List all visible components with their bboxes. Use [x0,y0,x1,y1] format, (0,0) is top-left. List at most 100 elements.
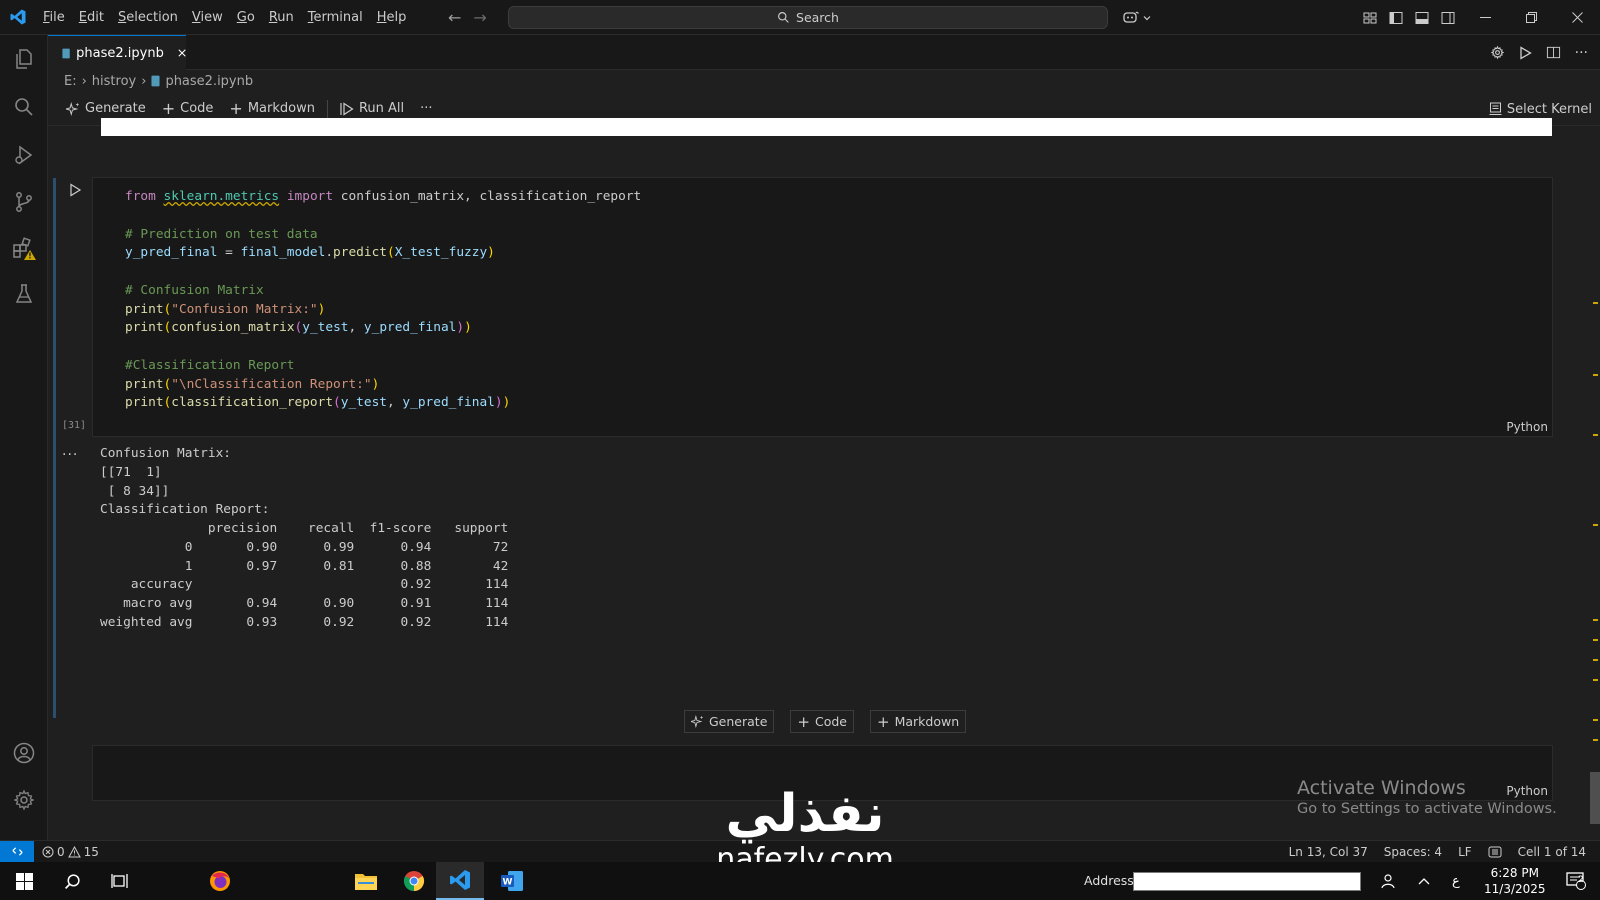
back-arrow-icon[interactable]: ← [448,8,461,27]
source-control-button[interactable] [0,178,48,226]
task-view-button[interactable] [96,862,144,900]
toggle-panel-icon[interactable] [1414,10,1430,26]
notebook-file-icon [151,75,160,87]
run-cell-button[interactable] [68,183,84,199]
scrollbar-thumb[interactable] [1590,772,1600,824]
search-view-button[interactable] [0,83,48,131]
problems-indicator[interactable]: 0 15 [34,845,99,859]
manage-button[interactable] [0,776,48,824]
cell-indicator[interactable]: Cell 1 of 14 [1518,845,1586,859]
code-line-1: from sklearn.metrics import confusion_ma… [125,189,642,204]
address-input[interactable] [1133,872,1361,891]
plus-icon: + [161,99,176,118]
breadcrumb-file[interactable]: phase2.ipynb [165,74,253,89]
start-button[interactable] [0,862,48,900]
menu-file[interactable]: File [36,0,72,35]
remote-indicator-button[interactable] [0,840,34,863]
run-debug-button[interactable] [0,131,48,179]
insert-generate-button[interactable]: Generate [684,710,775,733]
braces-icon[interactable] [1488,846,1502,858]
end-of-line[interactable]: LF [1458,845,1472,859]
minimize-button[interactable] [1462,0,1508,35]
restore-icon [1525,12,1537,23]
chevron-down-icon [1143,15,1151,20]
activity-bar: ! [0,35,48,840]
insert-markdown-button[interactable]: + Markdown [869,710,967,733]
people-icon[interactable] [1380,873,1396,889]
notebook-settings-gear-icon[interactable] [1490,45,1505,60]
menu-help[interactable]: Help [370,0,414,35]
editor-area: phase2.ipynb ··· E: › histroy › phase2.i… [48,35,1600,840]
system-tray: ع [1380,862,1460,900]
code-line-8: print(confusion_matrix(y_test, y_pred_fi… [125,320,472,336]
search-icon [778,12,789,23]
menu-run[interactable]: Run [262,0,301,35]
output-line: 1 0.97 0.81 0.88 42 [100,558,509,574]
close-button[interactable] [1554,0,1600,35]
accounts-button[interactable] [0,729,48,777]
close-tab-icon[interactable] [178,48,186,58]
taskbar-search-button[interactable] [48,862,96,900]
menu-view[interactable]: View [185,0,230,35]
warning-icon [67,845,81,857]
forward-arrow-icon[interactable]: → [473,8,486,27]
menu-selection[interactable]: Selection [111,0,185,35]
scroll-warning-marker [1593,659,1598,661]
chevron-up-icon[interactable] [1418,876,1430,886]
input-language-indicator[interactable]: ع [1452,874,1460,889]
taskbar-file-explorer[interactable] [342,862,390,900]
toolbar-more-button[interactable]: ··· [412,97,440,121]
vertical-scrollbar[interactable] [1588,126,1600,840]
command-center-search[interactable]: Search [508,6,1108,29]
copilot-button[interactable] [1122,6,1151,29]
windows-taskbar: W Address ع 6:28 PM 11/3/2025 2 [0,862,1600,900]
taskbar-word[interactable]: W [488,862,536,900]
customize-layout-icon[interactable] [1362,10,1378,26]
notification-count: 2 [1578,875,1584,885]
restore-button[interactable] [1508,0,1554,35]
output-actions-button[interactable]: ··· [62,447,78,463]
notifications-button[interactable]: 2 [1556,862,1596,900]
toggle-secondary-sidebar-icon[interactable] [1440,10,1456,26]
run-icon[interactable] [1519,45,1532,60]
toolbar-divider [326,99,328,118]
code-content[interactable]: from sklearn.metrics import confusion_ma… [125,188,641,413]
insert-code-button[interactable]: + Code [790,710,854,733]
indentation[interactable]: Spaces: 4 [1384,845,1442,859]
output-line: accuracy 0.92 114 [100,577,509,593]
toggle-primary-sidebar-icon[interactable] [1388,10,1404,26]
taskbar-chrome[interactable] [390,862,438,900]
breadcrumb-drive[interactable]: E: [64,74,77,89]
run-all-button[interactable]: Run All [332,97,412,121]
menu-terminal[interactable]: Terminal [301,0,370,35]
sparkle-icon [66,101,80,116]
notebook-file-icon [62,48,70,58]
taskbar-vscode[interactable] [436,862,484,900]
cell-language-indicator[interactable]: Python [1506,420,1548,434]
taskbar-firefox[interactable] [196,862,244,900]
explorer-button[interactable] [0,35,48,83]
tab-phase2-notebook[interactable]: phase2.ipynb [48,35,186,70]
menu-edit[interactable]: Edit [72,0,111,35]
testing-button[interactable] [0,270,48,318]
code-cell-editor[interactable]: from sklearn.metrics import confusion_ma… [92,177,1553,437]
layout-controls [1362,0,1456,35]
split-editor-icon[interactable] [1546,45,1561,60]
add-markdown-cell-button[interactable]: + Markdown [221,97,323,121]
plus-icon: + [876,712,890,731]
clock[interactable]: 6:28 PM 11/3/2025 [1484,865,1546,897]
menu-go[interactable]: Go [230,0,262,35]
output-line: [ 8 34]] [100,483,170,499]
output-line: macro avg 0.94 0.90 0.91 114 [100,596,509,611]
cursor-position[interactable]: Ln 13, Col 37 [1289,845,1368,859]
firefox-icon [210,871,230,891]
extensions-button[interactable]: ! [0,225,48,273]
output-line: precision recall f1-score support [100,521,509,536]
generate-button[interactable]: Generate [58,97,154,121]
more-actions-icon[interactable]: ··· [1575,45,1588,61]
add-code-cell-button[interactable]: + Code [154,97,222,121]
watermark-arabic: نفذلي [725,784,885,844]
task-view-icon [111,874,128,888]
output-line: 0 0.90 0.99 0.94 72 [100,539,509,555]
breadcrumb-folder[interactable]: histroy [92,74,136,89]
